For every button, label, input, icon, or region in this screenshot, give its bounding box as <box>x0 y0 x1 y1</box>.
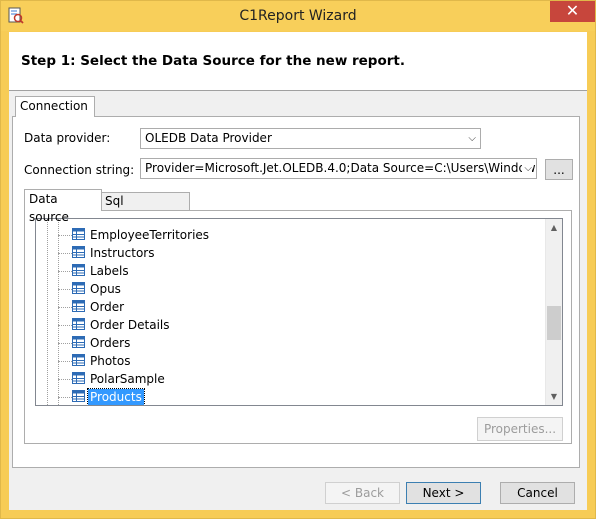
tree-item-label: Opus <box>90 282 121 296</box>
tree-item[interactable]: Orders <box>36 334 536 352</box>
title-bar[interactable]: C1Report Wizard ✕ <box>1 1 595 31</box>
browse-button[interactable]: ... <box>545 159 573 180</box>
table-icon <box>72 318 85 330</box>
data-provider-label: Data provider: <box>24 131 111 145</box>
next-button[interactable]: Next > <box>406 482 481 504</box>
data-provider-select[interactable]: OLEDB Data Provider ⌵ <box>140 128 481 149</box>
tree-connector <box>58 343 72 344</box>
tree-item-label: Labels <box>90 264 129 278</box>
tree-item[interactable]: PolarSample <box>36 370 536 388</box>
step-title: Step 1: Select the Data Source for the n… <box>21 53 405 69</box>
properties-button[interactable]: Properties... <box>477 417 563 441</box>
tables-tree[interactable]: EmployeeTerritories Instructors Labels Opus… <box>35 218 563 406</box>
tree-connector <box>58 307 72 308</box>
tree-item[interactable]: Labels <box>36 262 536 280</box>
table-icon <box>72 300 85 312</box>
tree-item-label: Order <box>90 300 125 314</box>
data-source-panel: EmployeeTerritories Instructors Labels Opus… <box>24 210 572 444</box>
data-provider-value: OLEDB Data Provider <box>145 131 272 145</box>
tab-data-source[interactable]: Data source <box>24 189 102 224</box>
tree-item[interactable]: Instructors <box>36 244 536 262</box>
close-icon[interactable]: ✕ <box>550 1 595 22</box>
step-header: Step 1: Select the Data Source for the n… <box>9 32 587 91</box>
cancel-button[interactable]: Cancel <box>500 482 575 504</box>
tab-sql-statement[interactable]: Sql statement <box>100 192 190 224</box>
back-button[interactable]: < Back <box>325 482 400 504</box>
connection-panel: Data provider: OLEDB Data Provider ⌵ Con… <box>12 116 580 468</box>
tree-connector <box>58 325 72 326</box>
tree-scrollbar[interactable]: ▲ ▼ <box>545 219 562 405</box>
tab-connection[interactable]: Connection <box>15 96 95 117</box>
tree-connector <box>58 397 72 398</box>
tree-connector <box>58 235 72 236</box>
wizard-body: Step 1: Select the Data Source for the n… <box>9 32 587 510</box>
table-icon <box>72 246 85 258</box>
table-icon <box>72 282 85 294</box>
tree-item-label: Photos <box>90 354 131 368</box>
scroll-thumb[interactable] <box>547 306 561 340</box>
connection-string-label: Connection string: <box>24 163 135 177</box>
tree-item-label: Orders <box>90 336 131 350</box>
tree-item-label: EmployeeTerritories <box>90 228 210 242</box>
table-icon <box>72 354 85 366</box>
window-title: C1Report Wizard <box>239 8 357 24</box>
table-icon <box>72 336 85 348</box>
tree-item-label: PolarSample <box>90 372 165 386</box>
connection-string-select[interactable]: Provider=Microsoft.Jet.OLEDB.4.0;Data So… <box>140 158 537 179</box>
chevron-down-icon: ⌵ <box>468 133 476 144</box>
tree-item[interactable]: Order Details <box>36 316 536 334</box>
tree-connector <box>58 253 72 254</box>
tree-connector <box>58 289 72 290</box>
chevron-down-icon: ⌵ <box>522 159 532 178</box>
scroll-down-icon[interactable]: ▼ <box>546 388 562 405</box>
tree-item[interactable]: Order <box>36 298 536 316</box>
table-icon <box>72 390 85 402</box>
tree-connector <box>58 379 72 380</box>
wizard-window: C1Report Wizard ✕ Step 1: Select the Dat… <box>0 0 596 519</box>
tab-connection-label: Connection <box>20 99 88 113</box>
tree-connector <box>58 271 72 272</box>
scroll-up-icon[interactable]: ▲ <box>546 219 562 236</box>
tree-item-label: Products <box>87 388 145 405</box>
tree-item[interactable]: Photos <box>36 352 536 370</box>
tree-item[interactable]: Opus <box>36 280 536 298</box>
table-icon <box>72 372 85 384</box>
tree-item-label: Order Details <box>90 318 170 332</box>
table-icon <box>72 228 85 240</box>
tab-data-source-label: Data source <box>29 192 69 224</box>
tree-item[interactable]: Products <box>36 388 536 405</box>
table-icon <box>72 264 85 276</box>
tree-item-label: Instructors <box>90 246 155 260</box>
connection-string-value: Provider=Microsoft.Jet.OLEDB.4.0;Data So… <box>145 161 537 175</box>
tree-connector <box>58 361 72 362</box>
tree-item[interactable]: EmployeeTerritories <box>36 226 536 244</box>
